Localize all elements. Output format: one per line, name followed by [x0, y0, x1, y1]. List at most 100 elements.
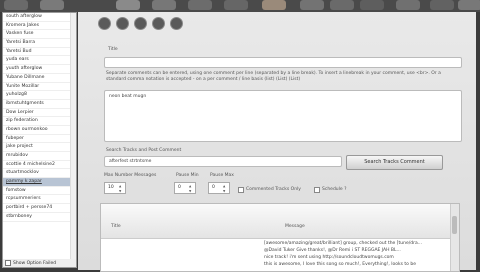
- sidebar-item[interactable]: rcpsummeriers: [3, 195, 76, 205]
- sidebar-item-label: Kromera Jakes: [6, 22, 39, 28]
- sidebar-item-label: Yaretsi Barra: [6, 40, 36, 46]
- sidebar-item[interactable]: stuartmocklov: [3, 169, 76, 179]
- max-messages-value: 10: [108, 185, 114, 190]
- sidebar-item[interactable]: yuuth afterglow: [3, 65, 76, 74]
- sidebar-item-label: zip federation: [6, 118, 38, 124]
- toolbar-icon-9[interactable]: [330, 0, 354, 10]
- sidebar-item[interactable]: Vasken fuse: [3, 30, 76, 40]
- sidebar-item-label: yuda ears: [6, 57, 29, 63]
- sidebar-item-label: Vasken fuse: [6, 31, 34, 37]
- mail-icon[interactable]: [116, 0, 140, 10]
- toolbar-icon-5[interactable]: [188, 0, 212, 10]
- title-input[interactable]: [104, 57, 462, 68]
- sidebar-item-label: rcpsummeriers: [6, 196, 41, 202]
- show-option-checkbox[interactable]: [5, 260, 11, 266]
- show-option-checkbox-row[interactable]: Show Option Failed: [3, 259, 76, 267]
- sidebar-item-label: mrubidov: [6, 153, 28, 158]
- sidebar-item[interactable]: Kromera Jakes: [3, 22, 76, 31]
- sidebar-item[interactable]: jake project: [3, 143, 76, 152]
- sidebar-item[interactable]: south afterglow: [3, 13, 76, 22]
- stepper-arrows-icon[interactable]: ▲ ▼: [189, 184, 194, 193]
- col-title-header[interactable]: Title: [111, 224, 121, 229]
- pause-max-stepper[interactable]: 0 ▲ ▼: [208, 182, 230, 194]
- toolbar-icon-6[interactable]: [224, 0, 248, 10]
- schedule-label: Schedule ?: [322, 187, 347, 192]
- sidebar-item-label: yuuth afterglow: [6, 66, 43, 72]
- table-row[interactable]: this is awesome, I love this song so muc…: [264, 262, 416, 267]
- sidebar-item-label: portbird + persse74: [6, 205, 53, 211]
- sidebar-item[interactable]: portbird + persse74: [3, 204, 76, 213]
- table-scrollbar-thumb[interactable]: [452, 216, 457, 234]
- sidebar-item-label: rbown ourmonkoo: [6, 126, 48, 132]
- refresh-icon[interactable]: [98, 17, 111, 30]
- pause-min-label: Pause Min: [176, 173, 199, 178]
- upload-icon[interactable]: [152, 17, 165, 30]
- commented-only-label: Commented Tracks Only: [246, 187, 301, 192]
- sidebar-item-label: scottie 4 michelsine2: [6, 161, 55, 167]
- sidebar-item[interactable]: yuholzg8: [3, 91, 76, 100]
- sidebar-item-label: Yunite Mozillar: [6, 83, 40, 89]
- pause-max-value: 0: [212, 185, 215, 190]
- pause-min-stepper[interactable]: 0 ▲ ▼: [174, 182, 196, 194]
- sidebar-item[interactable]: yuda ears: [3, 56, 76, 66]
- download-icon[interactable]: [134, 17, 147, 30]
- toolbar-icon-7[interactable]: [262, 0, 286, 10]
- search-label: Search Tracks and Post Comment: [106, 148, 182, 153]
- sidebar-item[interactable]: zip federation: [3, 117, 76, 126]
- table-scrollbar[interactable]: [450, 204, 459, 271]
- sidebar-item[interactable]: fubeper: [3, 135, 76, 144]
- toolbar-icon-13[interactable]: [458, 0, 480, 10]
- sidebar-item[interactable]: Yunite Mozillar: [3, 83, 76, 92]
- sidebar-item-label: Yaretsi Bud: [6, 48, 32, 54]
- sidebar-item-label: stbrnboney: [6, 213, 33, 219]
- sidebar-item[interactable]: Yubane Dillmane: [3, 74, 76, 83]
- comments-table: Title Message [awesome/amazing/great/bri…: [100, 203, 460, 272]
- stepper-arrows-icon[interactable]: ▲ ▼: [223, 184, 228, 193]
- main-panel: Title Separate comments can be entered, …: [78, 12, 476, 272]
- comment-textarea[interactable]: neon beat mugn: [104, 90, 462, 142]
- sidebar-item[interactable]: Yaretsi Bud: [3, 48, 76, 57]
- sidebar-item[interactable]: rbown ourmonkoo: [3, 126, 76, 135]
- table-header: Title Message: [101, 204, 459, 239]
- table-row[interactable]: [awesome/amazing/great/brilliant] group,…: [264, 241, 422, 246]
- pause-min-value: 0: [178, 185, 181, 190]
- delete-icon[interactable]: [170, 17, 183, 30]
- toolbar-icon-11[interactable]: [396, 0, 420, 10]
- col-message-header[interactable]: Message: [285, 224, 305, 229]
- schedule-checkbox[interactable]: [314, 187, 320, 193]
- user-add-icon[interactable]: [116, 17, 129, 30]
- sidebar-item-label: Yubane Dillmane: [6, 74, 45, 80]
- commented-only-checkbox[interactable]: [238, 187, 244, 193]
- max-messages-stepper[interactable]: 10 ▲ ▼: [104, 182, 126, 194]
- pause-max-label: Pause Max: [210, 173, 234, 178]
- search-button-label: Search Tracks Comment: [364, 159, 425, 165]
- toolbar-icon-12[interactable]: [430, 0, 454, 10]
- stepper-arrows-icon[interactable]: ▲ ▼: [119, 184, 124, 193]
- toolbar-icon-1[interactable]: [4, 0, 28, 10]
- toolbar-icon-10[interactable]: [360, 0, 384, 10]
- account-list[interactable]: south afterglow Kromera Jakes Vasken fuse Y…: [2, 12, 77, 268]
- table-row[interactable]: @David Tuker Give thanks!, @Dr Remi i ST…: [264, 248, 401, 253]
- sidebar-scrollbar[interactable]: [70, 13, 76, 267]
- sidebar-item[interactable]: fomstow: [3, 187, 76, 196]
- sidebar-item-label: south afterglow: [6, 14, 42, 19]
- sidebar-item[interactable]: stbrnboney: [3, 213, 76, 222]
- sidebar-item-label: stuartmocklov: [6, 170, 39, 176]
- toolbar-icon-4[interactable]: [152, 0, 176, 10]
- sidebar-item[interactable]: mrubidov: [3, 152, 76, 161]
- toolbar-icon-2[interactable]: [40, 0, 64, 10]
- toolbar-icon-8[interactable]: [300, 0, 324, 10]
- sidebar-item[interactable]: ibmstuhtgments: [3, 100, 76, 109]
- search-button[interactable]: Search Tracks Comment: [346, 155, 443, 170]
- sidebar-item[interactable]: Dow Lerpier: [3, 109, 76, 118]
- sidebar-item-label: Dow Lerpier: [6, 109, 34, 115]
- table-row[interactable]: nice track! i'm sent using http://soundc…: [264, 255, 394, 260]
- sidebar-item[interactable]: Yaretsi Barra: [3, 39, 76, 48]
- sidebar-item-label: jake project: [6, 144, 33, 150]
- top-toolbar: [0, 0, 480, 12]
- sidebar-item-label: fubeper: [6, 135, 24, 141]
- sidebar-item[interactable]: scottie 4 michelsine2: [3, 161, 76, 170]
- search-input[interactable]: afterfest strtntsme: [104, 156, 342, 167]
- sidebar-item[interactable]: pammy k zapar: [3, 178, 76, 187]
- sidebar-item-label: pammy k zapar: [6, 179, 42, 185]
